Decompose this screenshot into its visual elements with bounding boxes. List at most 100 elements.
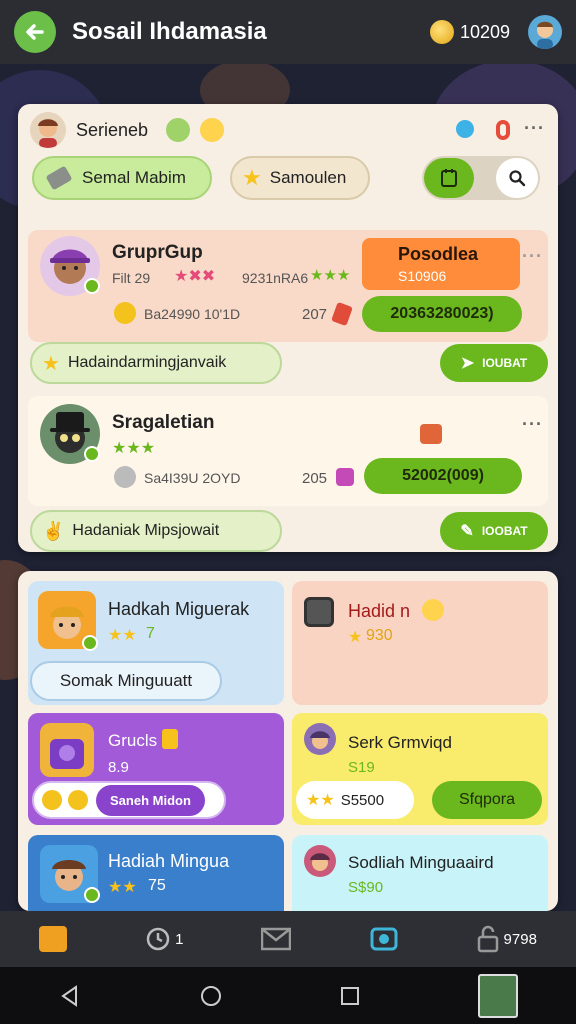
featured-tile[interactable]: Hadid n ★ 930 bbox=[292, 581, 548, 705]
filter-pill-samoulen[interactable]: ★ Samoulen bbox=[230, 156, 370, 200]
rating-stars: ★★★ bbox=[112, 440, 156, 457]
group-banner[interactable]: ✌ Hadaniak Mipsjowait bbox=[30, 510, 282, 552]
filter-label: Semal Mabim bbox=[82, 168, 186, 187]
gem-icon bbox=[331, 301, 353, 327]
camera-icon bbox=[304, 597, 334, 627]
member-count: 207 bbox=[302, 306, 328, 323]
toolbar-item-camera[interactable] bbox=[370, 925, 398, 953]
tile-sub: 7 bbox=[146, 625, 155, 642]
banner-label: Hadaniak Mipsjowait bbox=[72, 522, 220, 539]
group-card[interactable]: Sragaletian ★★★ Sa4I39U 2OYD 205 ··· 520… bbox=[28, 396, 548, 506]
toolbar-item-history[interactable]: 1 bbox=[145, 926, 183, 952]
pencil-icon: ✎ bbox=[460, 523, 474, 540]
status-card: Posodlea S10906 bbox=[362, 238, 520, 290]
tile-sub: 930 bbox=[366, 627, 393, 644]
join-button[interactable]: ✎ IOOBAT bbox=[440, 512, 548, 550]
pill-label: Somak Minguuatt bbox=[59, 671, 193, 690]
trophy-icon bbox=[162, 729, 178, 749]
bottom-toolbar: 1 9798 bbox=[0, 911, 576, 967]
silver-coin-icon bbox=[114, 466, 136, 488]
back-button[interactable] bbox=[14, 11, 56, 53]
camera-icon bbox=[370, 927, 397, 951]
profile-avatar[interactable] bbox=[528, 15, 562, 49]
featured-tile[interactable]: Hadkah Miguerak ★★ 7 Somak Minguuatt bbox=[28, 581, 284, 705]
join-label: IOOBAT bbox=[481, 524, 528, 538]
group-card[interactable]: GruprGup Filt 29 ★✖✖ 9231nRA6 ★★★ Ba2499… bbox=[28, 230, 548, 342]
notification-icon[interactable] bbox=[496, 120, 510, 140]
app-thumbnail-icon[interactable] bbox=[477, 973, 518, 1018]
calendar-icon bbox=[441, 169, 457, 187]
gem-icon bbox=[336, 468, 354, 486]
home-nav-icon[interactable] bbox=[199, 984, 223, 1008]
recents-nav-icon[interactable] bbox=[339, 985, 361, 1007]
user-face-icon bbox=[38, 119, 58, 148]
rating-stars: ★★★ bbox=[310, 267, 351, 284]
tile-pill[interactable]: Somak Minguuatt bbox=[30, 661, 222, 701]
group-stat: Sa4I39U 2OYD bbox=[144, 470, 241, 486]
online-badge bbox=[84, 278, 100, 294]
group-banner[interactable]: ★ Hadaindarmingjanvaik bbox=[30, 342, 282, 384]
tile-pill[interactable]: ★★ S5500 bbox=[296, 781, 414, 819]
coin-icon bbox=[429, 20, 454, 44]
tile-pill[interactable]: Saneh Midon bbox=[32, 781, 226, 819]
tile-sub: S19 bbox=[348, 759, 375, 776]
mail-icon bbox=[261, 927, 292, 951]
featured-tile[interactable]: Sodliah Minguaaird S$90 bbox=[292, 835, 548, 911]
tile-avatar bbox=[304, 723, 336, 755]
hand-icon: ✌ bbox=[42, 520, 65, 541]
arrow-left-icon bbox=[26, 24, 44, 40]
online-badge bbox=[84, 887, 100, 903]
star-icon: ★ bbox=[42, 352, 60, 375]
tile-sub: S$90 bbox=[348, 879, 384, 896]
pill-label: Saneh Midon bbox=[96, 784, 205, 816]
back-nav-icon[interactable] bbox=[58, 984, 82, 1008]
more-icon[interactable]: ··· bbox=[522, 414, 543, 435]
tile-title: Sodliah Minguaaird bbox=[348, 853, 494, 872]
tile-avatar bbox=[40, 723, 94, 777]
emoji-icons: ★✖✖ bbox=[174, 268, 216, 285]
filter-pill-semal[interactable]: Semal Mabim bbox=[32, 156, 212, 200]
tile-title: Hadkah Miguerak bbox=[108, 599, 250, 619]
toolbar-item-lock[interactable]: 9798 bbox=[476, 925, 537, 953]
more-icon[interactable]: ··· bbox=[522, 246, 543, 267]
tile-title: Grucls bbox=[108, 731, 158, 750]
toolbar-item-gift[interactable] bbox=[39, 926, 68, 952]
groups-panel: Serieneb ··· Semal Mabim ★ Samoulen Grup… bbox=[18, 104, 558, 552]
status-value: S10906 bbox=[398, 268, 447, 284]
user-avatar[interactable] bbox=[30, 112, 66, 148]
gold-coin-icon bbox=[114, 302, 136, 324]
tile-avatar bbox=[304, 845, 336, 877]
smile-icon bbox=[200, 118, 224, 142]
coin-icon bbox=[68, 790, 88, 810]
featured-tile[interactable]: Grucls 8.9 Saneh Midon bbox=[28, 713, 284, 825]
app-header: Sosail Ihdamasia 10209 bbox=[0, 0, 576, 64]
lock-count: 9798 bbox=[503, 930, 537, 948]
view-toggle[interactable] bbox=[422, 156, 540, 200]
online-badge bbox=[84, 446, 100, 462]
bag-icon bbox=[50, 739, 84, 769]
history-count: 1 bbox=[175, 930, 184, 948]
more-icon[interactable]: ··· bbox=[524, 118, 545, 139]
tile-button[interactable]: Sfqpora bbox=[432, 781, 542, 819]
bird-icon[interactable] bbox=[456, 120, 474, 138]
value-button[interactable]: 52002(009) bbox=[364, 458, 522, 494]
online-badge bbox=[82, 635, 98, 651]
featured-tile[interactable]: Serk Grmviqd S19 ★★ S5500 Sfqpora bbox=[292, 713, 548, 825]
tile-sub: 8.9 bbox=[108, 759, 129, 776]
toolbar-item-mail[interactable] bbox=[261, 927, 292, 951]
user-face-icon bbox=[537, 21, 553, 49]
status-title: Posodlea bbox=[398, 244, 479, 264]
calendar-toggle-button[interactable] bbox=[424, 158, 474, 198]
search-icon bbox=[509, 170, 526, 187]
page-title: Sosail Ihdamasia bbox=[72, 18, 267, 45]
group-meta-2: 9231nRA6 bbox=[242, 270, 309, 286]
value-button[interactable]: 20363280023) bbox=[362, 296, 522, 332]
join-button[interactable]: ➤ IOUBAT bbox=[440, 344, 548, 382]
star-icon: ★★ bbox=[306, 792, 335, 809]
leaf-icon bbox=[166, 118, 190, 142]
rating-stars: ★★ bbox=[108, 627, 137, 644]
featured-tile[interactable]: Hadiah Mingua ★★ 75 bbox=[28, 835, 284, 911]
coin-balance: 10209 bbox=[459, 21, 510, 42]
character-icon bbox=[310, 853, 330, 871]
search-button[interactable] bbox=[496, 158, 538, 198]
